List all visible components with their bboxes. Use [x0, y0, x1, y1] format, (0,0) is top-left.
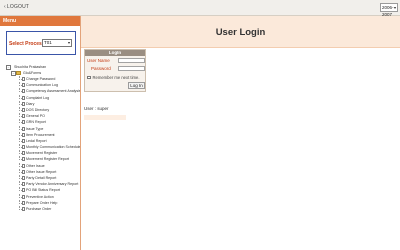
page-title: User Login	[215, 27, 266, 38]
menu-header: Menu	[0, 16, 80, 26]
sidebar: Menu Select Process T01 ▾ − Shuchita Pra…	[0, 16, 81, 250]
tree-item-label: Other Issue Report	[26, 169, 57, 174]
document-icon	[22, 114, 25, 119]
document-icon	[22, 101, 25, 106]
document-icon	[22, 157, 25, 162]
document-icon	[22, 182, 25, 187]
main-content: User Login LogIn User Name Password Reme…	[81, 16, 400, 250]
tree-item-label: Item Procurement	[26, 132, 55, 137]
login-button[interactable]: Log In	[128, 82, 145, 89]
top-bar: ‹ LOGOUT 2006-2007 ▾	[0, 0, 400, 17]
tree-item-label: Purchase Order	[26, 206, 52, 211]
process-value: T01	[44, 40, 52, 45]
folder-icon	[16, 71, 21, 75]
tree-item-label: Party Detail Report	[26, 176, 57, 180]
tree-item-label: Issue Type	[26, 126, 44, 131]
tree-item-label: DOS Directory	[26, 107, 50, 112]
tree-item-label: Movement Register	[26, 151, 58, 156]
username-field[interactable]	[118, 58, 145, 63]
tree-item-label: Complaint Log	[26, 95, 50, 100]
back-arrow-icon: ‹	[4, 4, 6, 10]
document-icon	[22, 120, 25, 125]
document-icon	[22, 83, 25, 88]
tree-item-label: Diary	[26, 101, 35, 106]
login-header: LogIn	[85, 50, 145, 56]
remember-label: Remember me next time.	[92, 75, 140, 80]
document-icon	[22, 169, 25, 174]
login-form: LogIn User Name Password Remember me nex…	[84, 49, 146, 92]
process-selector-box: Select Process T01 ▾	[6, 31, 76, 55]
password-label: Password	[91, 66, 111, 71]
main-header: User Login	[81, 16, 400, 48]
process-label: Select Process	[9, 41, 45, 47]
chevron-down-icon: ▾	[393, 5, 396, 10]
document-icon	[22, 151, 25, 156]
status-strip	[84, 115, 126, 120]
document-icon	[22, 132, 25, 137]
tree-item-label: Preventive Action	[26, 194, 54, 199]
tree-item-label: GRN Report	[26, 120, 46, 125]
tree-item-label: Competency Assessment Analysis	[26, 89, 81, 94]
document-icon	[22, 138, 25, 143]
tree-item-label: Change Password	[26, 77, 56, 81]
year-select[interactable]: 2006-2007 ▾	[380, 3, 398, 17]
tree-item-label: Communication Log	[26, 83, 58, 88]
document-icon	[22, 95, 25, 100]
document-icon	[22, 145, 25, 150]
tree-item-label: Party Vendor Anniversary Report	[26, 182, 79, 187]
document-icon	[22, 200, 25, 205]
logout-link[interactable]: ‹ LOGOUT	[4, 4, 29, 10]
tree-item-label: Ledal Report	[26, 138, 47, 143]
password-field[interactable]	[118, 66, 145, 71]
tree-item-label: Monthly Communication Schedule	[26, 145, 81, 150]
tree-item-label: General PO	[26, 114, 45, 119]
document-icon	[22, 77, 25, 81]
tree-item[interactable]: Purchase Order	[0, 205, 80, 212]
logout-label: LOGOUT	[6, 4, 30, 10]
document-icon	[22, 194, 25, 199]
document-icon	[22, 126, 25, 131]
tree-item-label: Prepare Order Help	[26, 200, 58, 205]
tree-item-label: Other Issue	[26, 163, 45, 168]
username-label: User Name	[87, 58, 110, 63]
process-select[interactable]: T01 ▾	[42, 39, 72, 47]
document-icon	[22, 176, 25, 180]
remember-checkbox[interactable]	[87, 75, 91, 80]
remember-me[interactable]: Remember me next time.	[87, 75, 140, 80]
document-icon	[22, 163, 25, 168]
chevron-down-icon: ▾	[67, 40, 70, 45]
document-icon	[22, 206, 25, 211]
tree-item-label: PO Bill Status Report	[26, 188, 60, 193]
document-icon	[22, 89, 25, 94]
user-info: User : super	[84, 106, 109, 111]
menu-tree: − Shuchita Prakashan − Glo&Forms Change …	[0, 64, 80, 212]
tree-item-label: Movement Register Report	[26, 157, 69, 162]
tree-root-label: Shuchita Prakashan	[14, 65, 47, 69]
document-icon	[22, 107, 25, 112]
document-icon	[22, 188, 25, 193]
